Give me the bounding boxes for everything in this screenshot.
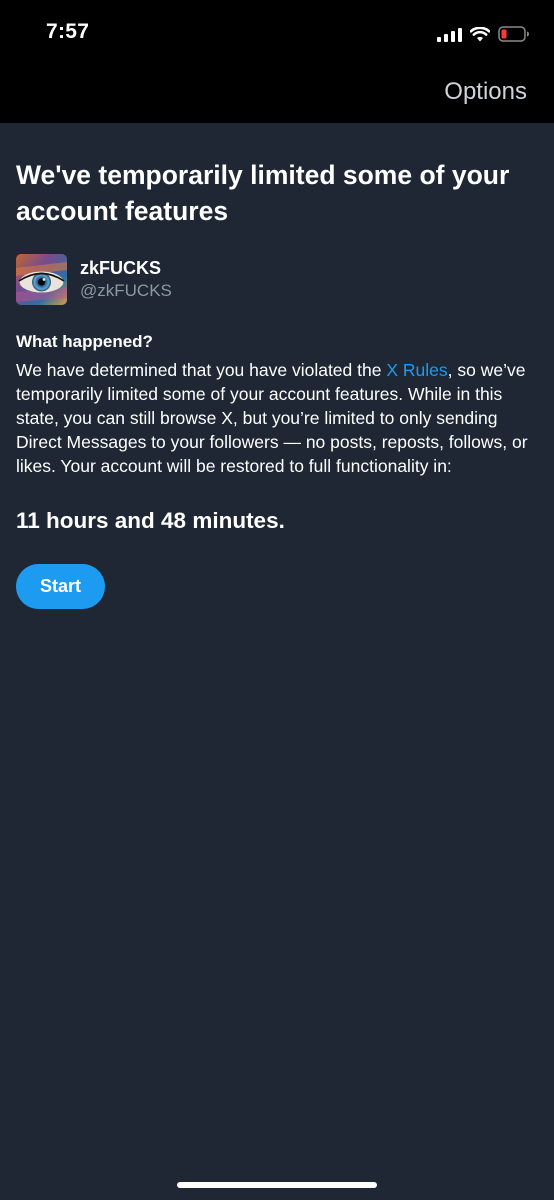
battery-low-icon [498,26,530,42]
violation-description: We have determined that you have violate… [16,358,540,478]
display-name: zkFUCKS [80,257,162,278]
x-rules-link[interactable]: X Rules [386,360,447,380]
account-profile: zkFUCKS @zkFUCKS [16,254,540,305]
what-happened-heading: What happened? [16,332,153,351]
cellular-signal-icon [437,27,462,42]
status-bar-icons [437,22,530,46]
options-button[interactable]: Options [444,78,527,106]
user-handle: @zkFUCKS [80,280,172,300]
restriction-notice: We've temporarily limited some of your a… [16,157,540,609]
avatar [16,254,67,305]
home-indicator[interactable] [177,1182,377,1188]
page-title: We've temporarily limited some of your a… [16,160,510,226]
start-button[interactable]: Start [16,564,105,609]
wifi-icon [470,26,490,42]
description-intro: We have determined that you have violate… [16,360,387,380]
status-bar-time: 7:57 [46,20,90,43]
restriction-countdown: 11 hours and 48 minutes. [16,508,285,533]
top-bar: 7:57 Options [0,0,554,123]
